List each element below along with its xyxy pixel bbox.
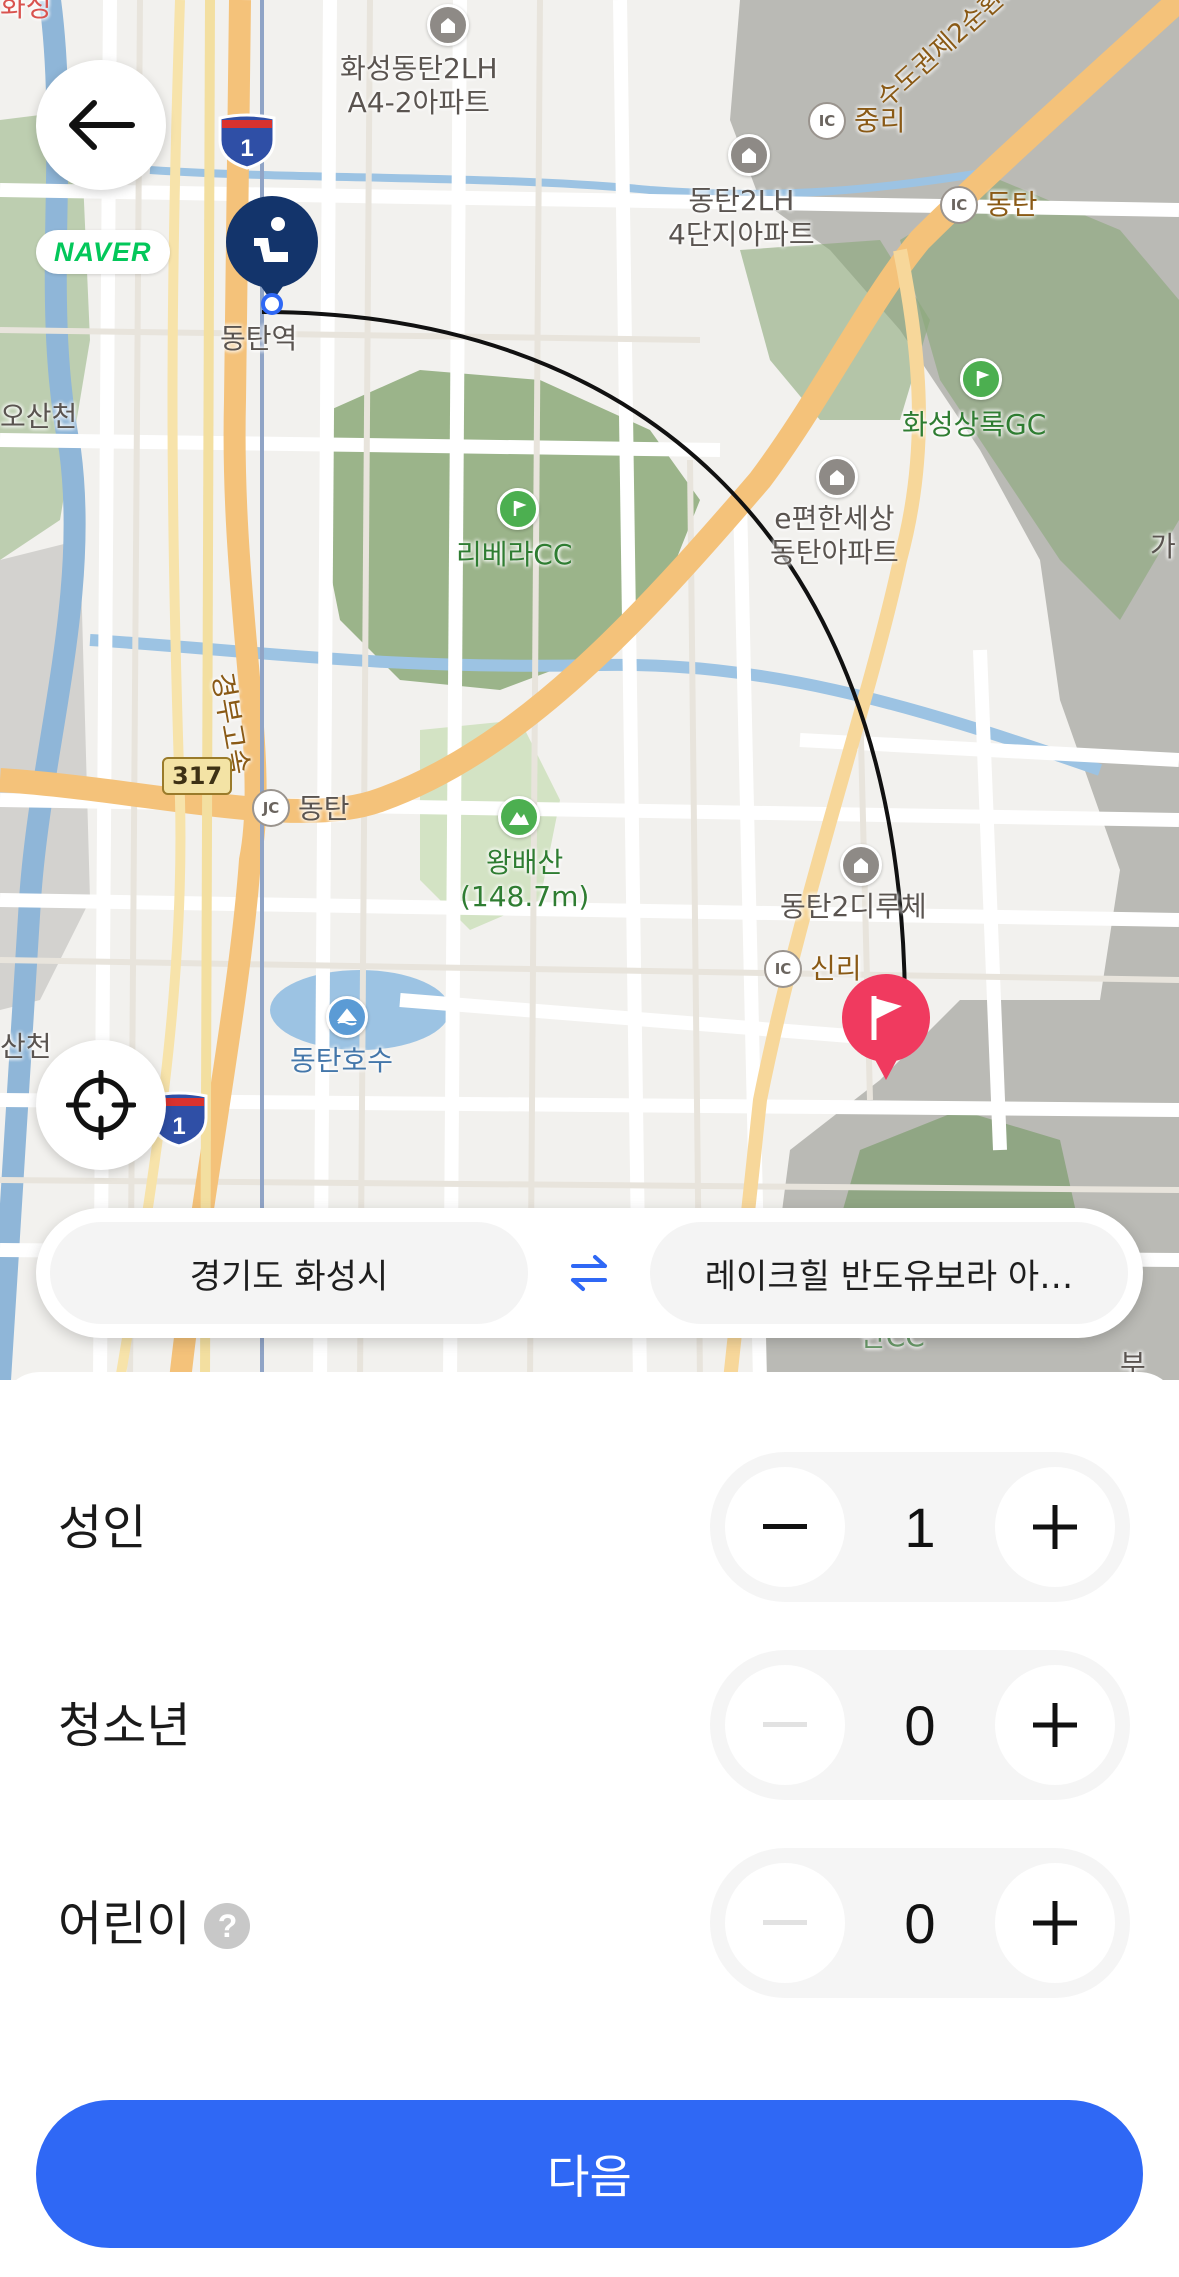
adult-stepper: 1 (710, 1452, 1130, 1602)
svg-text:1: 1 (172, 1113, 185, 1140)
passenger-label: 어린이 ? (58, 1896, 251, 1952)
swap-arrows-icon (571, 1255, 607, 1291)
apartment-icon (816, 456, 858, 498)
golf-icon (960, 358, 1002, 400)
mountain-icon (498, 796, 540, 838)
plus-icon (1033, 1901, 1077, 1945)
passenger-row-adult: 성인 1 (0, 1452, 1179, 1602)
child-stepper: 0 (710, 1848, 1130, 1998)
station-label: 동탄역 (220, 322, 298, 355)
help-icon[interactable]: ? (204, 1903, 251, 1949)
back-button[interactable] (36, 60, 166, 190)
map-label: 산천 (0, 1030, 52, 1063)
apartment-icon (840, 844, 882, 886)
ic-badge: IC (764, 950, 802, 988)
child-minus-button[interactable] (725, 1863, 845, 1983)
adult-minus-button[interactable] (725, 1467, 845, 1587)
start-marker[interactable] (224, 196, 320, 316)
ic-badge: IC (808, 102, 846, 140)
passenger-row-youth: 청소년 0 (0, 1650, 1179, 1800)
apartment-icon (427, 4, 469, 46)
lake-icon (326, 996, 368, 1038)
map-label: e편한세상 동탄아파트 (770, 502, 899, 569)
plus-icon (1033, 1505, 1077, 1549)
minus-icon (763, 1920, 807, 1925)
destination-marker[interactable] (840, 972, 932, 1090)
youth-stepper: 0 (710, 1650, 1130, 1800)
current-location-button[interactable] (36, 1040, 166, 1170)
arrow-left-icon (69, 100, 135, 150)
passenger-label: 성인 (58, 1500, 147, 1556)
map-label: 동탄2디루체 (780, 890, 927, 923)
youth-plus-button[interactable] (995, 1665, 1115, 1785)
adult-plus-button[interactable] (995, 1467, 1115, 1587)
crosshair-icon (66, 1070, 136, 1140)
map-label: 동탄 (986, 188, 1038, 221)
map-label: 왕배산 (148.7m) (460, 846, 590, 913)
ic-badge: IC (940, 186, 978, 224)
map-label: 동탄2LH 4단지아파트 (668, 184, 815, 251)
next-button[interactable]: 다음 (36, 2100, 1143, 2248)
map-label: 가 (1150, 530, 1176, 563)
passenger-label: 청소년 (58, 1698, 191, 1754)
swap-button[interactable] (528, 1222, 650, 1324)
map-label: 동탄 (298, 792, 350, 825)
map-label: 리베라CC (456, 538, 573, 571)
person-pin-icon (226, 196, 318, 315)
map-label: 오산천 (0, 400, 78, 433)
flag-pin-icon (842, 974, 930, 1080)
map-label: 화성 (0, 0, 52, 23)
minus-icon (763, 1524, 807, 1529)
youth-minus-button[interactable] (725, 1665, 845, 1785)
jc-badge: JC (252, 789, 290, 827)
minus-icon (763, 1722, 807, 1727)
child-count: 0 (904, 1891, 936, 1955)
passenger-row-child: 어린이 ? 0 (0, 1848, 1179, 1998)
destination-field[interactable]: 레이크힐 반도유보라 아… (650, 1222, 1128, 1324)
golf-icon (497, 488, 539, 530)
origin-field[interactable]: 경기도 화성시 (50, 1222, 528, 1324)
map-label: 화성상록GC (902, 408, 1047, 441)
highway-1-shield: 1 (218, 113, 276, 170)
apartment-icon (728, 134, 770, 176)
svg-text:1: 1 (240, 135, 253, 162)
map-label: 화성동탄2LH A4-2아파트 (340, 52, 498, 119)
plus-icon (1033, 1703, 1077, 1747)
naver-logo: NAVER (36, 230, 170, 274)
adult-count: 1 (904, 1495, 936, 1559)
child-plus-button[interactable] (995, 1863, 1115, 1983)
map-view[interactable]: 화성동탄2LHA4-2아파트 동탄2LH4단지아파트 IC 중리 IC 동탄 수… (0, 0, 1179, 1380)
youth-count: 0 (904, 1693, 936, 1757)
map-label: 동탄호수 (290, 1044, 394, 1077)
route-location-bar: 경기도 화성시 레이크힐 반도유보라 아… (36, 1208, 1143, 1338)
route-317-sign: 317 (162, 757, 233, 795)
